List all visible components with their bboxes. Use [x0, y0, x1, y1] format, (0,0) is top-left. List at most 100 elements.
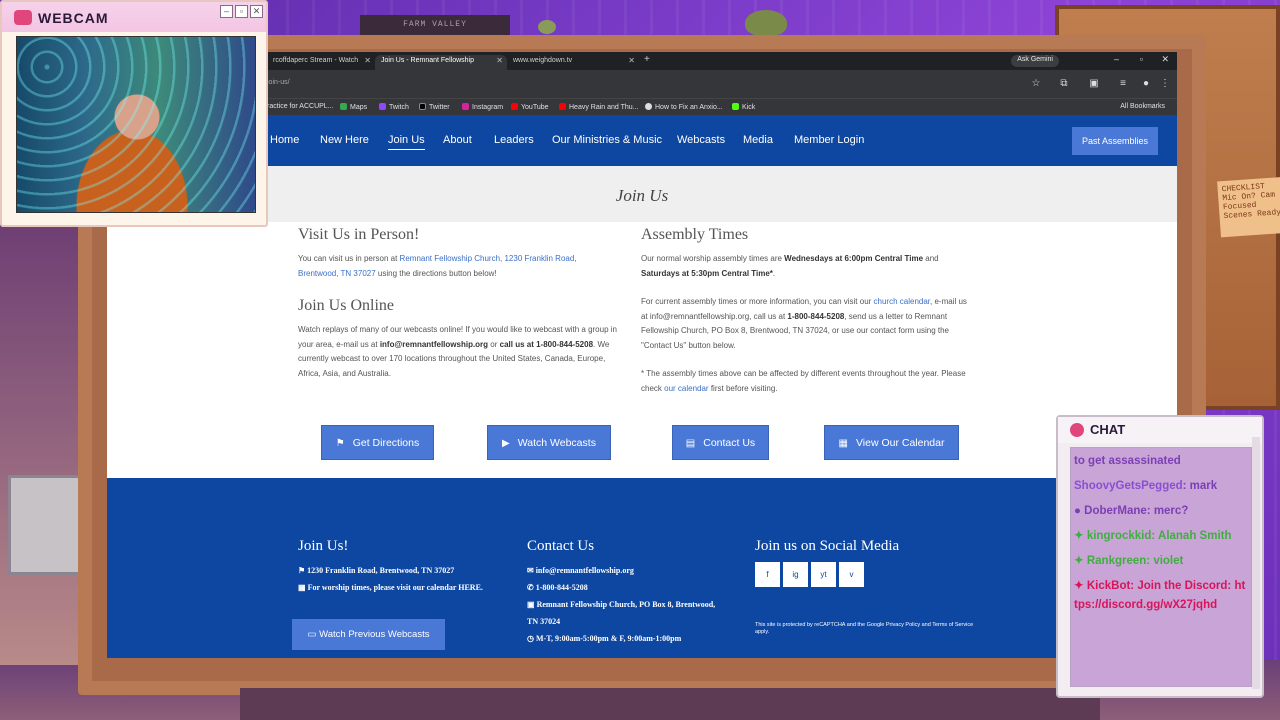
tab-stream[interactable]: rcoffdaperc Stream - Watch ✕: [267, 55, 375, 70]
assembly-section: Assembly Times Our normal worship assemb…: [641, 226, 971, 396]
tab-label: Join Us - Remnant Fellowship: [381, 57, 474, 64]
calendar-icon: ▦: [298, 583, 308, 592]
tab-label: www.weighdown.tv: [513, 57, 573, 64]
signpost-icon: ⚑: [335, 438, 345, 449]
footer-contact: Contact Us ✉ info@remnantfellowship.org …: [527, 537, 727, 647]
frog-plush-small: [538, 20, 556, 34]
badge-icon: ✦: [1074, 555, 1087, 567]
past-assemblies-button[interactable]: Past Assemblies: [1072, 127, 1158, 155]
nav-webcasts[interactable]: Webcasts: [677, 134, 725, 146]
footer-contact-heading: Contact Us: [527, 538, 595, 554]
fairy-lights: [17, 37, 255, 212]
nav-home[interactable]: Home: [270, 134, 299, 146]
checklist-note: CHECKLIST Mic On? Cam Focused Scenes Rea…: [1217, 176, 1280, 238]
youtube-icon[interactable]: yt: [811, 562, 836, 587]
contact-us-button[interactable]: ▤ Contact Us: [672, 425, 769, 460]
view-calendar-button[interactable]: ▦ View Our Calendar: [824, 425, 959, 460]
minimize-icon: –: [220, 5, 233, 18]
get-directions-button[interactable]: ⚑ Get Directions: [321, 425, 434, 460]
bookmark-item[interactable]: Kick: [732, 103, 755, 111]
nav-member-login[interactable]: Member Login: [794, 134, 864, 146]
nav-ministries[interactable]: Our Ministries & Music: [552, 134, 662, 146]
footer-mail-address: ▣ Remnant Fellowship Church, PO Box 8, B…: [527, 600, 716, 626]
all-bookmarks[interactable]: All Bookmarks: [1120, 103, 1165, 110]
nav-about[interactable]: About: [443, 134, 472, 146]
play-icon: ▶: [502, 438, 510, 449]
webcam-header: WEBCAM – ▫ ✕: [2, 2, 266, 32]
ask-gemini-button[interactable]: Ask Gemini: [1011, 55, 1059, 67]
bookmark-item[interactable]: ractice for ACCUPL...: [267, 103, 334, 110]
extensions-icon[interactable]: ⧉: [1058, 78, 1070, 90]
star-icon[interactable]: ☆: [1030, 78, 1042, 90]
footer-phone[interactable]: ✆ 1-800-844-5208: [527, 579, 727, 596]
camera-icon: [14, 10, 32, 25]
minimize-icon[interactable]: –: [1114, 54, 1119, 64]
online-text: Watch replays of many of our webcasts on…: [298, 325, 617, 378]
nav-leaders[interactable]: Leaders: [494, 134, 534, 146]
calendar-icon: ▦: [838, 438, 848, 449]
nav-new-here[interactable]: New Here: [320, 134, 369, 146]
webcam-video: [16, 36, 256, 213]
footer-address: ⚑ 1230 Franklin Road, Brentwood, TN 3702…: [298, 566, 455, 575]
profile-icon[interactable]: ●: [1140, 78, 1152, 90]
close-icon[interactable]: ✕: [628, 56, 635, 65]
facebook-icon[interactable]: f: [755, 562, 780, 587]
visit-text: You can visit us in person at Remnant Fe…: [298, 254, 577, 278]
chat-message: ● DoberMane: merc?: [1074, 505, 1189, 517]
envelope-icon: ▣: [527, 600, 537, 609]
maximize-icon[interactable]: ▫: [1140, 54, 1143, 64]
bookmark-item[interactable]: Twitter: [419, 103, 450, 111]
menu-icon[interactable]: ⋮: [1159, 78, 1171, 90]
church-calendar-link[interactable]: church calendar: [874, 297, 930, 306]
webcam-panel: WEBCAM – ▫ ✕: [0, 0, 268, 227]
tab-join-us[interactable]: Join Us - Remnant Fellowship ✕: [375, 55, 507, 70]
online-heading: Join Us Online: [298, 297, 394, 314]
chat-message: to get assassinated: [1074, 455, 1181, 467]
chat-message: ✦ kingrockkid: Alanah Smith: [1074, 530, 1232, 542]
calendar-link[interactable]: our calendar: [664, 384, 708, 393]
badge-icon: ✦: [1074, 580, 1087, 592]
badge-icon: ✦: [1074, 530, 1087, 542]
footer-calendar[interactable]: ▦ For worship times, please visit our ca…: [298, 579, 498, 596]
visit-section: Visit Us in Person! You can visit us in …: [298, 226, 618, 381]
bookmark-item[interactable]: Heavy Rain and Thu...: [559, 103, 639, 111]
watch-previous-webcasts-button[interactable]: ▭ Watch Previous Webcasts: [292, 619, 445, 650]
instagram-icon[interactable]: ig: [783, 562, 808, 587]
bookmark-item[interactable]: Maps: [340, 103, 367, 111]
visit-heading: Visit Us in Person!: [298, 226, 420, 243]
kick-icon: [732, 103, 739, 110]
footer-join: Join Us! ⚑ 1230 Franklin Road, Brentwood…: [298, 537, 498, 596]
tab-weighdown[interactable]: www.weighdown.tv ✕: [507, 55, 639, 70]
decor-sign: FARM VALLEY: [360, 15, 510, 35]
footer-social: Join us on Social Media: [755, 537, 1005, 562]
twitch-icon: [379, 103, 386, 110]
media-icon[interactable]: ▣: [1088, 78, 1100, 90]
webcam-title: WEBCAM: [38, 10, 109, 26]
assembly-text: Our normal worship assembly times are We…: [641, 254, 939, 278]
downloads-icon[interactable]: ≡: [1117, 78, 1129, 90]
youtube-icon: [559, 103, 566, 110]
bookmark-item[interactable]: How to Fix an Anxio...: [645, 103, 723, 111]
recaptcha-notice: This site is protected by reCAPTCHA and …: [755, 622, 974, 635]
footer-email[interactable]: ✉ info@remnantfellowship.org: [527, 562, 727, 579]
new-tab-icon[interactable]: +: [644, 54, 650, 65]
maximize-icon: ▫: [235, 5, 248, 18]
clock-icon: ◷: [527, 634, 536, 643]
site-icon: [645, 103, 652, 110]
bookmark-item[interactable]: Instagram: [462, 103, 503, 111]
nav-media[interactable]: Media: [743, 134, 773, 146]
bookmark-item[interactable]: Twitch: [379, 103, 409, 111]
vimeo-icon[interactable]: v: [839, 562, 864, 587]
emote-icon: ●: [1074, 505, 1085, 517]
window-close-icon[interactable]: ✕: [1161, 54, 1169, 65]
url-text[interactable]: join-us/: [267, 79, 290, 86]
chat-icon: [1070, 423, 1084, 437]
document-icon: ▤: [685, 438, 696, 449]
x-icon: [419, 103, 426, 110]
close-icon[interactable]: ✕: [496, 56, 503, 65]
nav-join-us[interactable]: Join Us: [388, 134, 425, 150]
close-icon[interactable]: ✕: [364, 56, 371, 65]
watch-webcasts-button[interactable]: ▶ Watch Webcasts: [487, 425, 611, 460]
footer-join-heading: Join Us!: [298, 538, 349, 554]
bookmark-item[interactable]: YouTube: [511, 103, 549, 111]
